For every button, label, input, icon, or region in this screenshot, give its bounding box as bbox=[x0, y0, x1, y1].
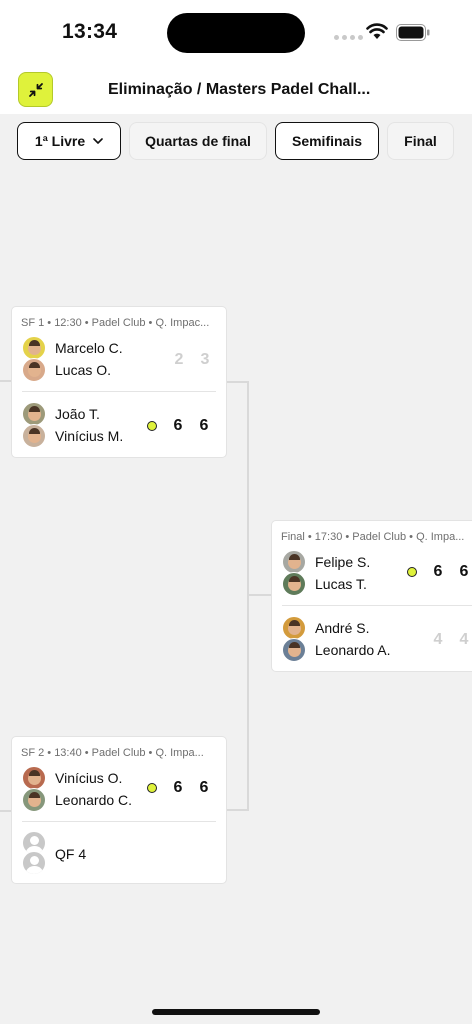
player-name: Lucas O. bbox=[55, 362, 112, 378]
collapse-button[interactable] bbox=[18, 72, 53, 107]
player-name: João T. bbox=[55, 406, 100, 422]
player: Leonardo C. bbox=[22, 788, 133, 812]
team-row: Felipe S. Lucas T. 6 6 bbox=[272, 549, 472, 605]
player-name: Felipe S. bbox=[315, 554, 371, 570]
tab-quarterfinals[interactable]: Quartas de final bbox=[129, 122, 267, 160]
winner-indicator bbox=[147, 783, 157, 793]
page-title: Eliminação / Masters Padel Chall... bbox=[108, 81, 371, 98]
player-name: Vinícius M. bbox=[55, 428, 124, 444]
match-card-sf2[interactable]: SF 2 • 13:40 • Padel Club • Q. Impa... V… bbox=[11, 736, 227, 884]
bracket-connector bbox=[247, 381, 249, 811]
player-name: QF 4 bbox=[55, 846, 87, 862]
home-indicator[interactable] bbox=[152, 1009, 320, 1015]
winner-indicator bbox=[147, 421, 157, 431]
player: Felipe S. bbox=[282, 550, 371, 574]
category-select[interactable]: 1ª Livre bbox=[17, 122, 121, 160]
match-meta: SF 2 • 13:40 • Padel Club • Q. Impa... bbox=[21, 747, 204, 759]
set-score: 6 bbox=[173, 417, 183, 434]
person-placeholder-icon bbox=[22, 851, 46, 875]
player: Vinícius O. bbox=[22, 766, 123, 790]
player-name: Lucas T. bbox=[315, 576, 367, 592]
team-row: André S. Leonardo A. 4 4 bbox=[272, 615, 472, 671]
set-score: 3 bbox=[200, 351, 210, 368]
player: Lucas T. bbox=[282, 572, 367, 596]
avatar bbox=[282, 550, 306, 574]
player-name: Leonardo A. bbox=[315, 642, 391, 658]
chevron-down-icon bbox=[93, 137, 103, 144]
team-divider bbox=[22, 391, 216, 392]
set-score: 6 bbox=[173, 779, 183, 796]
tab-final[interactable]: Final bbox=[387, 122, 454, 160]
player: João T. bbox=[22, 402, 100, 426]
avatar bbox=[22, 766, 46, 790]
arrows-collapse-icon bbox=[28, 82, 43, 97]
status-time: 13:34 bbox=[62, 20, 118, 43]
bracket-connector bbox=[227, 381, 248, 383]
team-row: João T. Vinícius M. 6 6 bbox=[12, 401, 226, 457]
avatar bbox=[282, 638, 306, 662]
player: Marcelo C. bbox=[22, 336, 123, 360]
set-score: 6 bbox=[199, 417, 209, 434]
player-name: Marcelo C. bbox=[55, 340, 123, 356]
player-name: Vinícius O. bbox=[55, 770, 123, 786]
team-row: Marcelo C. Lucas O. 2 3 bbox=[12, 335, 226, 391]
player: Leonardo A. bbox=[282, 638, 391, 662]
match-card-sf1[interactable]: SF 1 • 12:30 • Padel Club • Q. Impac... … bbox=[11, 306, 227, 458]
tab-label: Semifinais bbox=[291, 133, 363, 149]
avatar bbox=[282, 572, 306, 596]
team-row: Vinícius O. Leonardo C. 6 6 bbox=[12, 765, 226, 821]
winner-indicator bbox=[407, 567, 417, 577]
set-score: 4 bbox=[433, 631, 443, 648]
wifi-icon bbox=[366, 23, 388, 39]
team-divider bbox=[22, 821, 216, 822]
bracket-connector bbox=[247, 594, 271, 596]
dynamic-island bbox=[167, 13, 305, 53]
tab-label: Quartas de final bbox=[145, 133, 251, 149]
match-meta: Final • 17:30 • Padel Club • Q. Impa... bbox=[281, 531, 465, 543]
set-score: 2 bbox=[174, 351, 184, 368]
set-score: 6 bbox=[199, 779, 209, 796]
set-score: 6 bbox=[459, 563, 469, 580]
tab-label: Final bbox=[404, 133, 437, 149]
player-name: André S. bbox=[315, 620, 370, 636]
set-score: 6 bbox=[433, 563, 443, 580]
bracket-connector bbox=[227, 809, 248, 811]
match-card-final[interactable]: Final • 17:30 • Padel Club • Q. Impa... … bbox=[271, 520, 472, 672]
player: Lucas O. bbox=[22, 358, 112, 382]
round-tabs: 1ª Livre Quartas de final Semifinais Fin… bbox=[0, 114, 472, 172]
avatar bbox=[22, 402, 46, 426]
tab-semifinals[interactable]: Semifinais bbox=[275, 122, 379, 160]
player: André S. bbox=[282, 616, 370, 640]
match-meta: SF 1 • 12:30 • Padel Club • Q. Impac... bbox=[21, 317, 210, 329]
avatar bbox=[22, 424, 46, 448]
player: Vinícius M. bbox=[22, 424, 124, 448]
avatar bbox=[22, 358, 46, 382]
avatar bbox=[22, 788, 46, 812]
app-header: Eliminação / Masters Padel Chall... bbox=[0, 64, 472, 114]
battery-icon bbox=[396, 24, 430, 41]
team-row: QF 4 bbox=[12, 831, 226, 881]
team-divider bbox=[282, 605, 472, 606]
set-score: 4 bbox=[459, 631, 469, 648]
status-bar: 13:34 bbox=[0, 0, 472, 64]
avatar bbox=[22, 336, 46, 360]
cellular-signal-icon bbox=[334, 35, 363, 40]
player-name: Leonardo C. bbox=[55, 792, 133, 808]
avatar bbox=[282, 616, 306, 640]
category-select-label: 1ª Livre bbox=[34, 133, 86, 149]
